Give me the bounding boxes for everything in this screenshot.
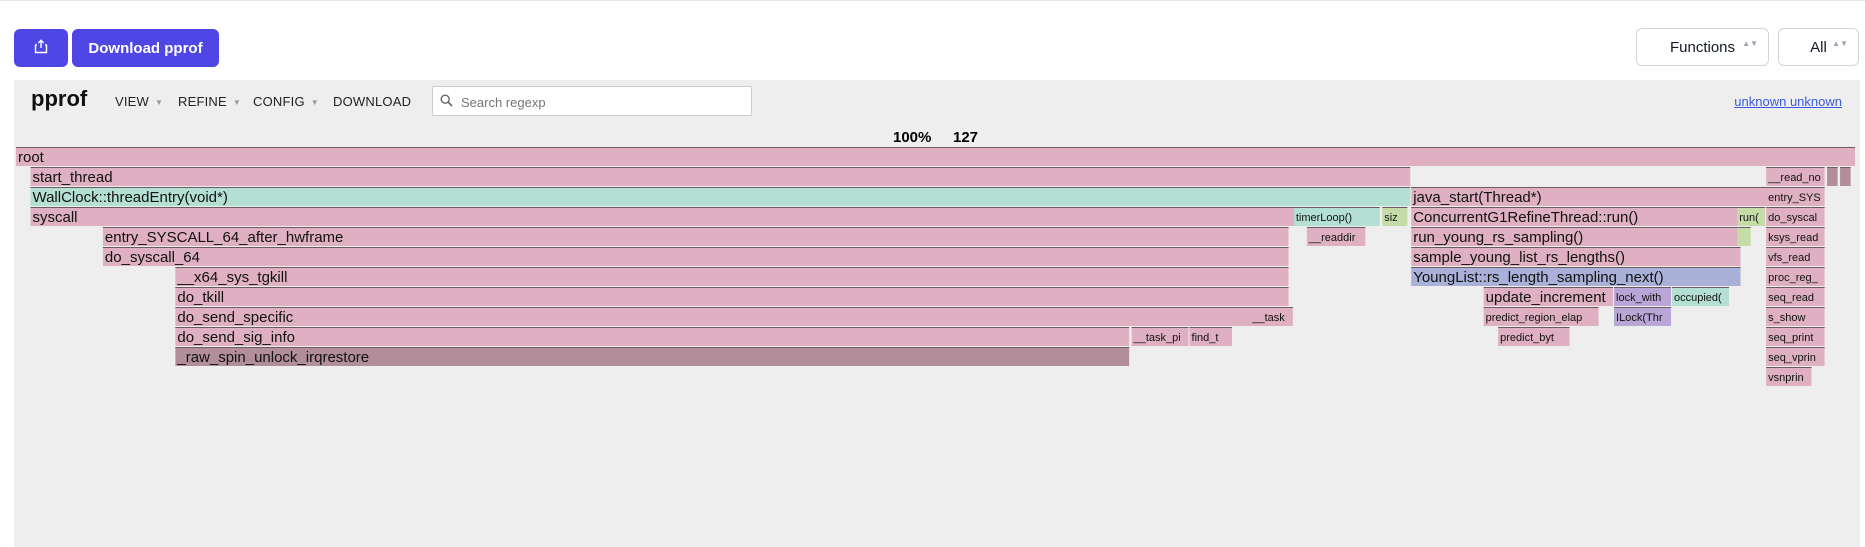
flame-frame-box bbox=[30, 167, 1411, 186]
flame-frame[interactable]: seq_vprin bbox=[1766, 347, 1825, 366]
flame-frame-box bbox=[16, 147, 1855, 166]
flame-frame-label: occupied( bbox=[1674, 292, 1722, 304]
flame-frame[interactable]: entry_SYSCALL_64_after_hwframe bbox=[102, 227, 1289, 246]
flame-frame[interactable]: entry_SYS bbox=[1766, 187, 1825, 206]
flame-frame[interactable] bbox=[1737, 227, 1751, 246]
flame-frame-label: __x64_sys_tgkill bbox=[176, 269, 287, 286]
flame-frame-label: YoungList::rs_length_sampling_next() bbox=[1413, 269, 1663, 286]
flame-frame-label: _raw_spin_unlock_irqrestore bbox=[176, 349, 369, 366]
flame-frame-label: timerLoop() bbox=[1296, 212, 1352, 224]
flame-frame-box bbox=[175, 327, 1130, 346]
flame-frame-label: vfs_read bbox=[1768, 252, 1810, 264]
flame-frame[interactable]: proc_reg_ bbox=[1766, 267, 1825, 286]
flame-frame[interactable]: __read_no bbox=[1766, 167, 1825, 186]
flame-frame-label: find_t bbox=[1192, 332, 1219, 344]
flame-frame[interactable]: seq_print bbox=[1766, 327, 1825, 346]
flame-frame[interactable]: run_young_rs_sampling() bbox=[1411, 227, 1741, 246]
flame-frame[interactable]: s_show bbox=[1766, 307, 1825, 326]
flame-frame[interactable]: root bbox=[16, 147, 1855, 166]
flame-frame[interactable]: lock_with bbox=[1614, 287, 1671, 306]
flame-frame[interactable]: __x64_sys_tgkill bbox=[175, 267, 1289, 286]
flame-frame[interactable]: predict_byt bbox=[1498, 327, 1570, 346]
flame-frame-label: ksys_read bbox=[1768, 232, 1818, 244]
flame-frame-box bbox=[102, 247, 1289, 266]
flame-frame-label: siz bbox=[1384, 212, 1397, 224]
flame-frame[interactable]: do_tkill bbox=[175, 287, 1289, 306]
flame-frame-box bbox=[1827, 167, 1838, 186]
flame-frame-label: entry_SYSCALL_64_after_hwframe bbox=[105, 229, 343, 246]
flame-frame-label: s_show bbox=[1768, 312, 1805, 324]
flame-frame-label: __read_no bbox=[1767, 172, 1821, 184]
flame-frame-label: predict_byt bbox=[1500, 332, 1554, 344]
flame-frame[interactable]: find_t bbox=[1189, 327, 1233, 346]
flame-frame-label: root bbox=[18, 149, 45, 166]
flame-frame-label: ILock(Thr bbox=[1616, 312, 1663, 324]
flame-frame-label: WallClock::threadEntry(void*) bbox=[32, 189, 227, 206]
flame-graph: rootstart_thread __read_noWallClock::thre… bbox=[16, 147, 1855, 386]
flame-frame-label: seq_vprin bbox=[1768, 352, 1816, 364]
flame-frame[interactable]: siz bbox=[1382, 207, 1408, 226]
flame-frame-label: do_send_specific bbox=[177, 309, 293, 326]
flame-frame[interactable]: occupied( bbox=[1672, 287, 1729, 306]
flame-frame[interactable]: ConcurrentG1RefineThread::run() bbox=[1411, 207, 1741, 226]
flame-frame-label: run( bbox=[1739, 212, 1759, 224]
flame-frame-label: do_tkill bbox=[177, 289, 224, 306]
flame-frame[interactable]: timerLoop() bbox=[1293, 207, 1380, 226]
flame-frame-label: lock_with bbox=[1616, 292, 1661, 304]
flame-frame[interactable]: __readdir bbox=[1306, 227, 1366, 246]
flame-frame[interactable]: YoungList::rs_length_sampling_next() bbox=[1411, 267, 1741, 286]
flame-frame-label: seq_print bbox=[1768, 332, 1813, 344]
flame-frame-label: sample_young_list_rs_lengths() bbox=[1413, 249, 1625, 266]
flame-frame[interactable] bbox=[1827, 167, 1838, 186]
flame-frame-label: predict_region_elap bbox=[1486, 312, 1583, 324]
flame-frame[interactable]: __task bbox=[1250, 307, 1293, 326]
flame-frame[interactable] bbox=[1840, 167, 1851, 186]
flame-frame[interactable]: ksys_read bbox=[1766, 227, 1825, 246]
flame-frame[interactable]: do_syscal bbox=[1766, 207, 1825, 226]
flame-frame-box bbox=[30, 207, 1304, 226]
flame-frame[interactable]: do_send_sig_info bbox=[175, 327, 1130, 346]
flame-frame-label: proc_reg_ bbox=[1768, 272, 1818, 284]
flame-frame-label: do_syscal bbox=[1768, 212, 1817, 224]
flame-frame-box bbox=[1840, 167, 1851, 186]
flame-frame[interactable]: predict_region_elap bbox=[1483, 307, 1599, 326]
flame-frame[interactable]: java_start(Thread*) bbox=[1411, 187, 1770, 206]
flame-frame[interactable]: do_send_specific bbox=[175, 307, 1289, 326]
flame-frame-label: ConcurrentG1RefineThread::run() bbox=[1413, 209, 1638, 226]
flame-frame-box bbox=[30, 187, 1411, 206]
flame-frame[interactable]: vsnprin bbox=[1766, 367, 1812, 386]
flame-frame-label: __readdir bbox=[1308, 232, 1356, 244]
flame-frame-label: vsnprin bbox=[1768, 372, 1803, 384]
flame-frame-label: do_send_sig_info bbox=[177, 329, 295, 346]
flame-frame-box bbox=[175, 307, 1289, 326]
flame-frame-label: java_start(Thread*) bbox=[1412, 189, 1541, 206]
flame-frame[interactable]: ILock(Thr bbox=[1614, 307, 1671, 326]
flame-frame[interactable]: start_thread bbox=[30, 167, 1411, 186]
flame-frame-label: syscall bbox=[32, 209, 77, 226]
flame-frame-label: entry_SYS bbox=[1768, 192, 1821, 204]
flame-frame[interactable]: WallClock::threadEntry(void*) bbox=[30, 187, 1411, 206]
flame-frame-label: __task bbox=[1251, 312, 1285, 324]
flame-frame[interactable]: run( bbox=[1737, 207, 1766, 226]
flame-frame-label: seq_read bbox=[1768, 292, 1814, 304]
flame-frame-label: start_thread bbox=[32, 169, 112, 186]
flame-frame-box bbox=[175, 267, 1289, 286]
flame-frame-label: update_increment bbox=[1486, 289, 1607, 306]
flame-frame[interactable]: vfs_read bbox=[1766, 247, 1825, 266]
flame-frame[interactable]: sample_young_list_rs_lengths() bbox=[1411, 247, 1741, 266]
flame-frame[interactable]: __task_pi bbox=[1131, 327, 1189, 346]
flame-frame-box bbox=[1737, 227, 1751, 246]
flame-frame[interactable]: _raw_spin_unlock_irqrestore bbox=[175, 347, 1130, 366]
flame-frame-label: __task_pi bbox=[1133, 332, 1181, 344]
flame-frame[interactable]: do_syscall_64 bbox=[102, 247, 1289, 266]
flame-frame[interactable]: syscall bbox=[30, 207, 1304, 226]
flame-frame-label: do_syscall_64 bbox=[105, 249, 200, 266]
flame-frame[interactable]: seq_read bbox=[1766, 287, 1825, 306]
flame-frame[interactable]: update_increment bbox=[1483, 287, 1614, 306]
flame-frame-box bbox=[175, 287, 1289, 306]
flame-frame-label: run_young_rs_sampling() bbox=[1413, 229, 1583, 246]
